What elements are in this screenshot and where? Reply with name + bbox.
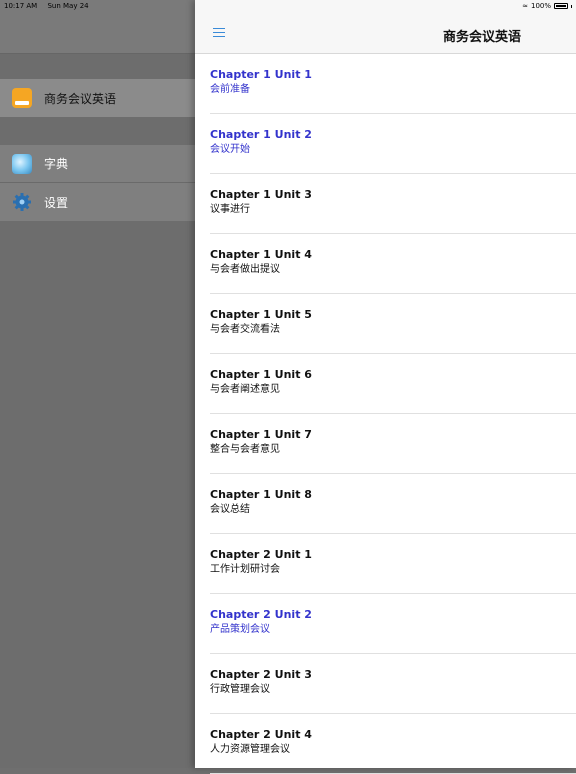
list-item-title: Chapter 2 Unit 2: [210, 608, 312, 621]
list-item-subtitle: 产品策划会议: [210, 624, 270, 635]
wifi-icon: ≈: [522, 2, 528, 10]
list-item-subtitle: 议事进行: [210, 204, 250, 215]
list-item-title: Chapter 1 Unit 5: [210, 308, 312, 321]
sidebar-item-dictionary[interactable]: 字典: [0, 145, 195, 183]
list-item-subtitle: 人力资源管理会议: [210, 744, 290, 755]
list-item-subtitle: 与会者阐述意见: [210, 384, 280, 395]
list-item-subtitle: 与会者交流看法: [210, 324, 280, 335]
list-item-title: Chapter 1 Unit 7: [210, 428, 312, 441]
list-item-title: Chapter 2 Unit 3: [210, 668, 312, 681]
list-item[interactable]: Chapter 1 Unit 2 会议开始: [210, 114, 576, 174]
list-item-title: Chapter 1 Unit 2: [210, 128, 312, 141]
list-item-title: Chapter 1 Unit 4: [210, 248, 312, 261]
list-item[interactable]: Chapter 1 Unit 6 与会者阐述意见: [210, 354, 576, 414]
list-item-title: Chapter 1 Unit 8: [210, 488, 312, 501]
battery-icon: [554, 3, 568, 9]
list-item[interactable]: Chapter 1 Unit 4 与会者做出提议: [210, 234, 576, 294]
sidebar-item-label: 设置: [44, 195, 69, 210]
list-item[interactable]: Chapter 1 Unit 7 整合与会者意见: [210, 414, 576, 474]
list-item-title: Chapter 2 Unit 1: [210, 548, 312, 561]
status-bar: 10:17 AM Sun May 24 ≈ 100%: [0, 0, 576, 12]
list-item-subtitle: 会议总结: [210, 504, 250, 515]
list-item[interactable]: Chapter 2 Unit 1 工作计划研讨会: [210, 534, 576, 594]
sidebar-item-label: 商务会议英语: [44, 91, 117, 106]
sidebar-item-business-english[interactable]: 商务会议英语: [0, 79, 195, 117]
sidebar-item-label: 字典: [44, 157, 69, 171]
list-item[interactable]: Chapter 2 Unit 3 行政管理会议: [210, 654, 576, 714]
main-panel: 商务会议英语 Chapter 1 Unit 1 会前准备 Chapter 1 Uni…: [195, 0, 576, 774]
list-item-title: Chapter 1 Unit 6: [210, 368, 312, 381]
list-item[interactable]: Chapter 1 Unit 5 与会者交流看法: [210, 294, 576, 354]
lesson-list: Chapter 1 Unit 1 会前准备 Chapter 1 Unit 2 会议开始…: [195, 54, 576, 774]
list-item-title: Chapter 2 Unit 4: [210, 728, 312, 741]
list-item-subtitle: 会议开始: [210, 144, 250, 155]
list-item[interactable]: Chapter 1 Unit 1 会前准备: [210, 54, 576, 114]
sidebar: 商务会议英语 字典 设置: [0, 0, 195, 768]
list-item[interactable]: Chapter 1 Unit 3 议事进行: [210, 174, 576, 234]
page-title: 商务会议英语: [442, 30, 521, 45]
dictionary-icon: [12, 153, 32, 174]
gear-icon: [12, 192, 32, 212]
list-item-subtitle: 与会者做出提议: [210, 264, 280, 275]
list-item[interactable]: Chapter 2 Unit 4 人力资源管理会议: [210, 714, 576, 774]
status-time: 10:17 AM: [4, 2, 38, 10]
status-date: Sun May 24: [47, 2, 89, 10]
battery-percent: 100%: [530, 2, 551, 10]
list-item-subtitle: 行政管理会议: [210, 684, 270, 695]
list-item[interactable]: Chapter 1 Unit 8 会议总结: [210, 474, 576, 534]
sidebar-item-settings[interactable]: 设置: [0, 183, 195, 221]
list-item-subtitle: 整合与会者意见: [210, 444, 280, 455]
list-item-title: Chapter 1 Unit 1: [210, 68, 312, 81]
app-icon: [12, 88, 32, 108]
list-item-subtitle: 工作计划研讨会: [210, 564, 280, 575]
list-item-title: Chapter 1 Unit 3: [210, 188, 312, 201]
menu-icon[interactable]: [213, 28, 225, 38]
list-item[interactable]: Chapter 2 Unit 2 产品策划会议: [210, 594, 576, 654]
list-item-subtitle: 会前准备: [210, 84, 250, 95]
